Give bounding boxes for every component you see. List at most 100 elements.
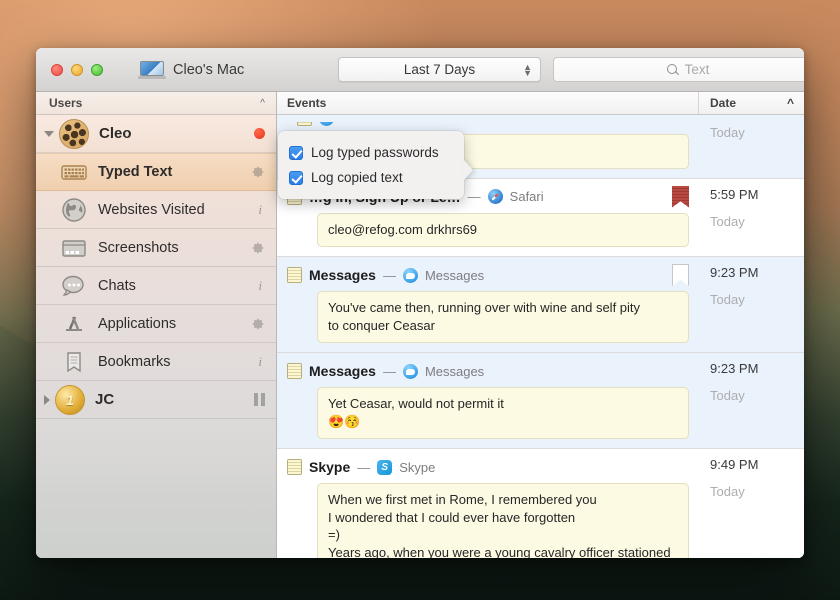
leopard-avatar xyxy=(59,118,89,149)
messages-icon xyxy=(402,267,418,283)
event-app-name: Messages xyxy=(424,363,485,379)
event-title: Messages xyxy=(309,363,376,379)
checkbox-log-typed-passwords[interactable] xyxy=(289,145,303,160)
triangle-down-icon[interactable] xyxy=(44,130,54,137)
sidebar-item-applications[interactable]: Applications xyxy=(36,305,276,343)
gear-icon[interactable] xyxy=(251,165,265,179)
sidebar-item-typed-text[interactable]: Typed Text xyxy=(36,153,276,191)
machine-name: Cleo's Mac xyxy=(173,61,245,78)
event-time: 9:23 PM xyxy=(710,265,759,280)
machine-indicator[interactable]: Cleo's Mac xyxy=(138,60,245,79)
event-title: Skype xyxy=(309,459,351,475)
sidebar-user-label: JC xyxy=(95,391,115,408)
globe-icon xyxy=(60,196,88,224)
table-row[interactable]: Messages — Messages You've came then, ru… xyxy=(277,257,804,353)
gold-medal-avatar xyxy=(55,384,85,415)
event-app-name: Safari xyxy=(509,189,544,204)
search-icon xyxy=(666,64,678,75)
gear-icon[interactable] xyxy=(251,241,265,255)
date-filter-popup[interactable]: Last 7 Days ▲ ▼ xyxy=(338,57,541,82)
safari-icon xyxy=(487,189,503,204)
sidebar-user-label: Cleo xyxy=(99,125,132,142)
column-header-events[interactable]: Events xyxy=(277,92,699,114)
separator-dash: — xyxy=(467,189,481,204)
chevron-up-icon: ^ xyxy=(786,96,794,110)
note-icon xyxy=(287,459,302,475)
sidebar-item-label: Bookmarks xyxy=(98,353,171,370)
chat-bubble-icon xyxy=(60,272,88,300)
empty-bookmark-icon[interactable] xyxy=(672,264,689,286)
option-log-typed-passwords[interactable]: Log typed passwords xyxy=(289,140,464,165)
laptop-icon xyxy=(138,60,166,79)
search-placeholder: Text xyxy=(684,62,710,77)
event-day: Today xyxy=(710,388,745,403)
sidebar-item-screenshots[interactable]: Screenshots xyxy=(36,229,276,267)
sidebar: Users ^ Cleo Typed Text Websites Visited… xyxy=(36,92,277,558)
event-time: 9:23 PM xyxy=(710,361,759,376)
typed-text-settings-popover[interactable]: Log typed passwords Log copied text xyxy=(278,131,473,199)
sidebar-item-label: Typed Text xyxy=(98,164,173,180)
event-text: You've came then, running over with wine… xyxy=(317,291,689,343)
event-text: cleo@refog.com drkhrs69 xyxy=(317,212,689,247)
sidebar-item-label: Chats xyxy=(98,277,136,294)
chevron-up-icon[interactable]: ^ xyxy=(260,98,265,109)
info-icon[interactable]: i xyxy=(258,202,265,218)
pause-icon[interactable] xyxy=(254,393,265,406)
appstore-icon xyxy=(60,310,88,338)
messages-icon xyxy=(319,122,334,126)
sidebar-header-label: Users xyxy=(49,96,83,110)
event-time: 5:59 PM xyxy=(710,186,759,202)
separator-dash: — xyxy=(357,459,371,475)
search-field[interactable]: Text xyxy=(553,57,804,82)
keyboard-icon xyxy=(60,158,88,186)
option-label: Log typed passwords xyxy=(311,145,439,160)
column-label-events: Events xyxy=(287,96,327,110)
info-icon[interactable]: i xyxy=(258,354,265,370)
option-log-copied-text[interactable]: Log copied text xyxy=(289,165,464,190)
checkbox-log-copied-text[interactable] xyxy=(289,170,303,185)
note-icon xyxy=(297,122,312,126)
zoom-button[interactable] xyxy=(91,63,103,76)
column-label-date: Date xyxy=(710,96,737,110)
column-headers: Events Date ^ xyxy=(277,92,804,115)
minimize-button[interactable] xyxy=(71,63,83,76)
app-window: Cleo's Mac Last 7 Days ▲ ▼ Text Users ^ C… xyxy=(36,48,804,558)
sidebar-item-bookmarks[interactable]: Bookmarks i xyxy=(36,343,276,381)
column-header-date[interactable]: Date ^ xyxy=(699,92,804,114)
sidebar-user-cleo[interactable]: Cleo xyxy=(36,115,276,153)
event-day: Today xyxy=(710,484,745,499)
window-titlebar: Cleo's Mac Last 7 Days ▲ ▼ Text xyxy=(36,48,804,92)
bookmark-icon xyxy=(60,348,88,376)
option-label: Log copied text xyxy=(311,170,403,185)
sidebar-item-label: Websites Visited xyxy=(98,201,205,218)
separator-dash: — xyxy=(382,267,396,283)
close-button[interactable] xyxy=(51,63,63,76)
event-day: Today xyxy=(710,125,745,140)
clipped-event-header xyxy=(287,122,689,129)
stepper-icon: ▲ ▼ xyxy=(523,61,532,78)
gear-icon[interactable] xyxy=(251,317,265,331)
sidebar-item-websites-visited[interactable]: Websites Visited i xyxy=(36,191,276,229)
table-row[interactable]: Messages — Messages Yet Ceasar, would no… xyxy=(277,353,804,449)
sidebar-item-label: Screenshots xyxy=(98,239,179,256)
event-day: Today xyxy=(710,292,745,307)
popover-beak xyxy=(463,159,473,181)
separator-dash: — xyxy=(382,363,396,379)
triangle-right-icon[interactable] xyxy=(44,394,50,405)
sidebar-user-jc[interactable]: JC xyxy=(36,381,276,419)
sidebar-header[interactable]: Users ^ xyxy=(36,92,276,115)
event-text: When we first met in Rome, I remembered … xyxy=(317,483,689,558)
event-title: Messages xyxy=(309,267,376,283)
skype-icon xyxy=(377,459,393,475)
sidebar-item-label: Applications xyxy=(98,315,177,332)
red-bookmark-icon[interactable] xyxy=(672,185,689,208)
event-time: 9:49 PM xyxy=(710,457,759,472)
sidebar-item-chats[interactable]: Chats i xyxy=(36,267,276,305)
date-filter-value: Last 7 Days xyxy=(403,62,476,77)
screenshot-icon xyxy=(60,234,88,262)
table-row[interactable]: Skype — Skype When we first met in Rome,… xyxy=(277,449,804,558)
recording-dot-icon[interactable] xyxy=(254,128,265,139)
event-app-name: Messages xyxy=(424,267,485,283)
note-icon xyxy=(287,267,302,283)
info-icon[interactable]: i xyxy=(258,278,265,294)
